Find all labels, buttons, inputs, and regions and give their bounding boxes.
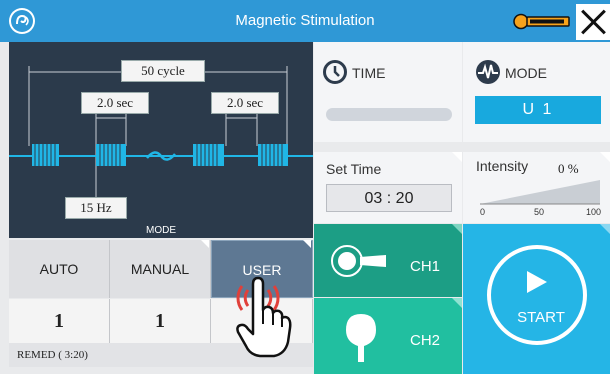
play-icon bbox=[527, 271, 547, 293]
clock-icon bbox=[322, 59, 348, 85]
start-label: START bbox=[517, 309, 565, 326]
manual-count: 1 bbox=[110, 299, 211, 343]
time-title: TIME bbox=[352, 65, 386, 81]
key-icon bbox=[513, 13, 571, 30]
cycle-label: 50 cycle bbox=[121, 60, 205, 82]
mode-card bbox=[463, 42, 610, 142]
close-icon[interactable] bbox=[576, 4, 610, 40]
ch1-corner bbox=[452, 224, 462, 234]
manual-corner bbox=[201, 240, 209, 248]
manual-mode-button[interactable]: MANUAL bbox=[110, 240, 211, 298]
time-progress-bar bbox=[326, 108, 452, 121]
intensity-scale-100: 100 bbox=[586, 207, 602, 217]
app-logo-icon bbox=[9, 8, 35, 34]
auto-mode-button[interactable]: AUTO bbox=[9, 240, 110, 298]
off-time-label: 2.0 sec bbox=[211, 92, 279, 114]
pulse-icon bbox=[475, 59, 501, 85]
auto-count: 1 bbox=[9, 299, 110, 343]
coil-ch2-icon bbox=[344, 312, 378, 364]
user-corner bbox=[303, 240, 311, 248]
on-time-label: 2.0 sec bbox=[81, 92, 149, 114]
mode-title: MODE bbox=[505, 65, 547, 81]
time-card bbox=[314, 42, 462, 142]
intensity-gauge bbox=[478, 178, 602, 206]
intensity-scale-0: 0 bbox=[480, 207, 486, 217]
frequency-label: 15 Hz bbox=[65, 197, 127, 219]
set-time-value: 03 : 20 bbox=[326, 184, 452, 212]
start-button[interactable] bbox=[487, 245, 587, 345]
intensity-value: 0 % bbox=[558, 161, 579, 176]
set-time-title: Set Time bbox=[326, 161, 382, 177]
mode-value: U 1 bbox=[475, 96, 601, 124]
start-corner bbox=[600, 224, 610, 234]
ch2-corner bbox=[452, 298, 462, 308]
ch2-label: CH2 bbox=[410, 332, 441, 349]
ch1-label: CH1 bbox=[410, 258, 441, 275]
coil-ch1-icon bbox=[330, 245, 392, 277]
tap-hand-icon bbox=[232, 270, 296, 362]
set-time-corner bbox=[452, 152, 462, 162]
intensity-title: Intensity bbox=[476, 158, 529, 174]
intensity-scale-50: 50 bbox=[534, 207, 545, 217]
waveform-panel: 50 cycle 2.0 sec 2.0 sec 15 Hz bbox=[9, 42, 313, 224]
mode-header: MODE bbox=[9, 224, 313, 238]
intensity-corner bbox=[600, 152, 610, 162]
